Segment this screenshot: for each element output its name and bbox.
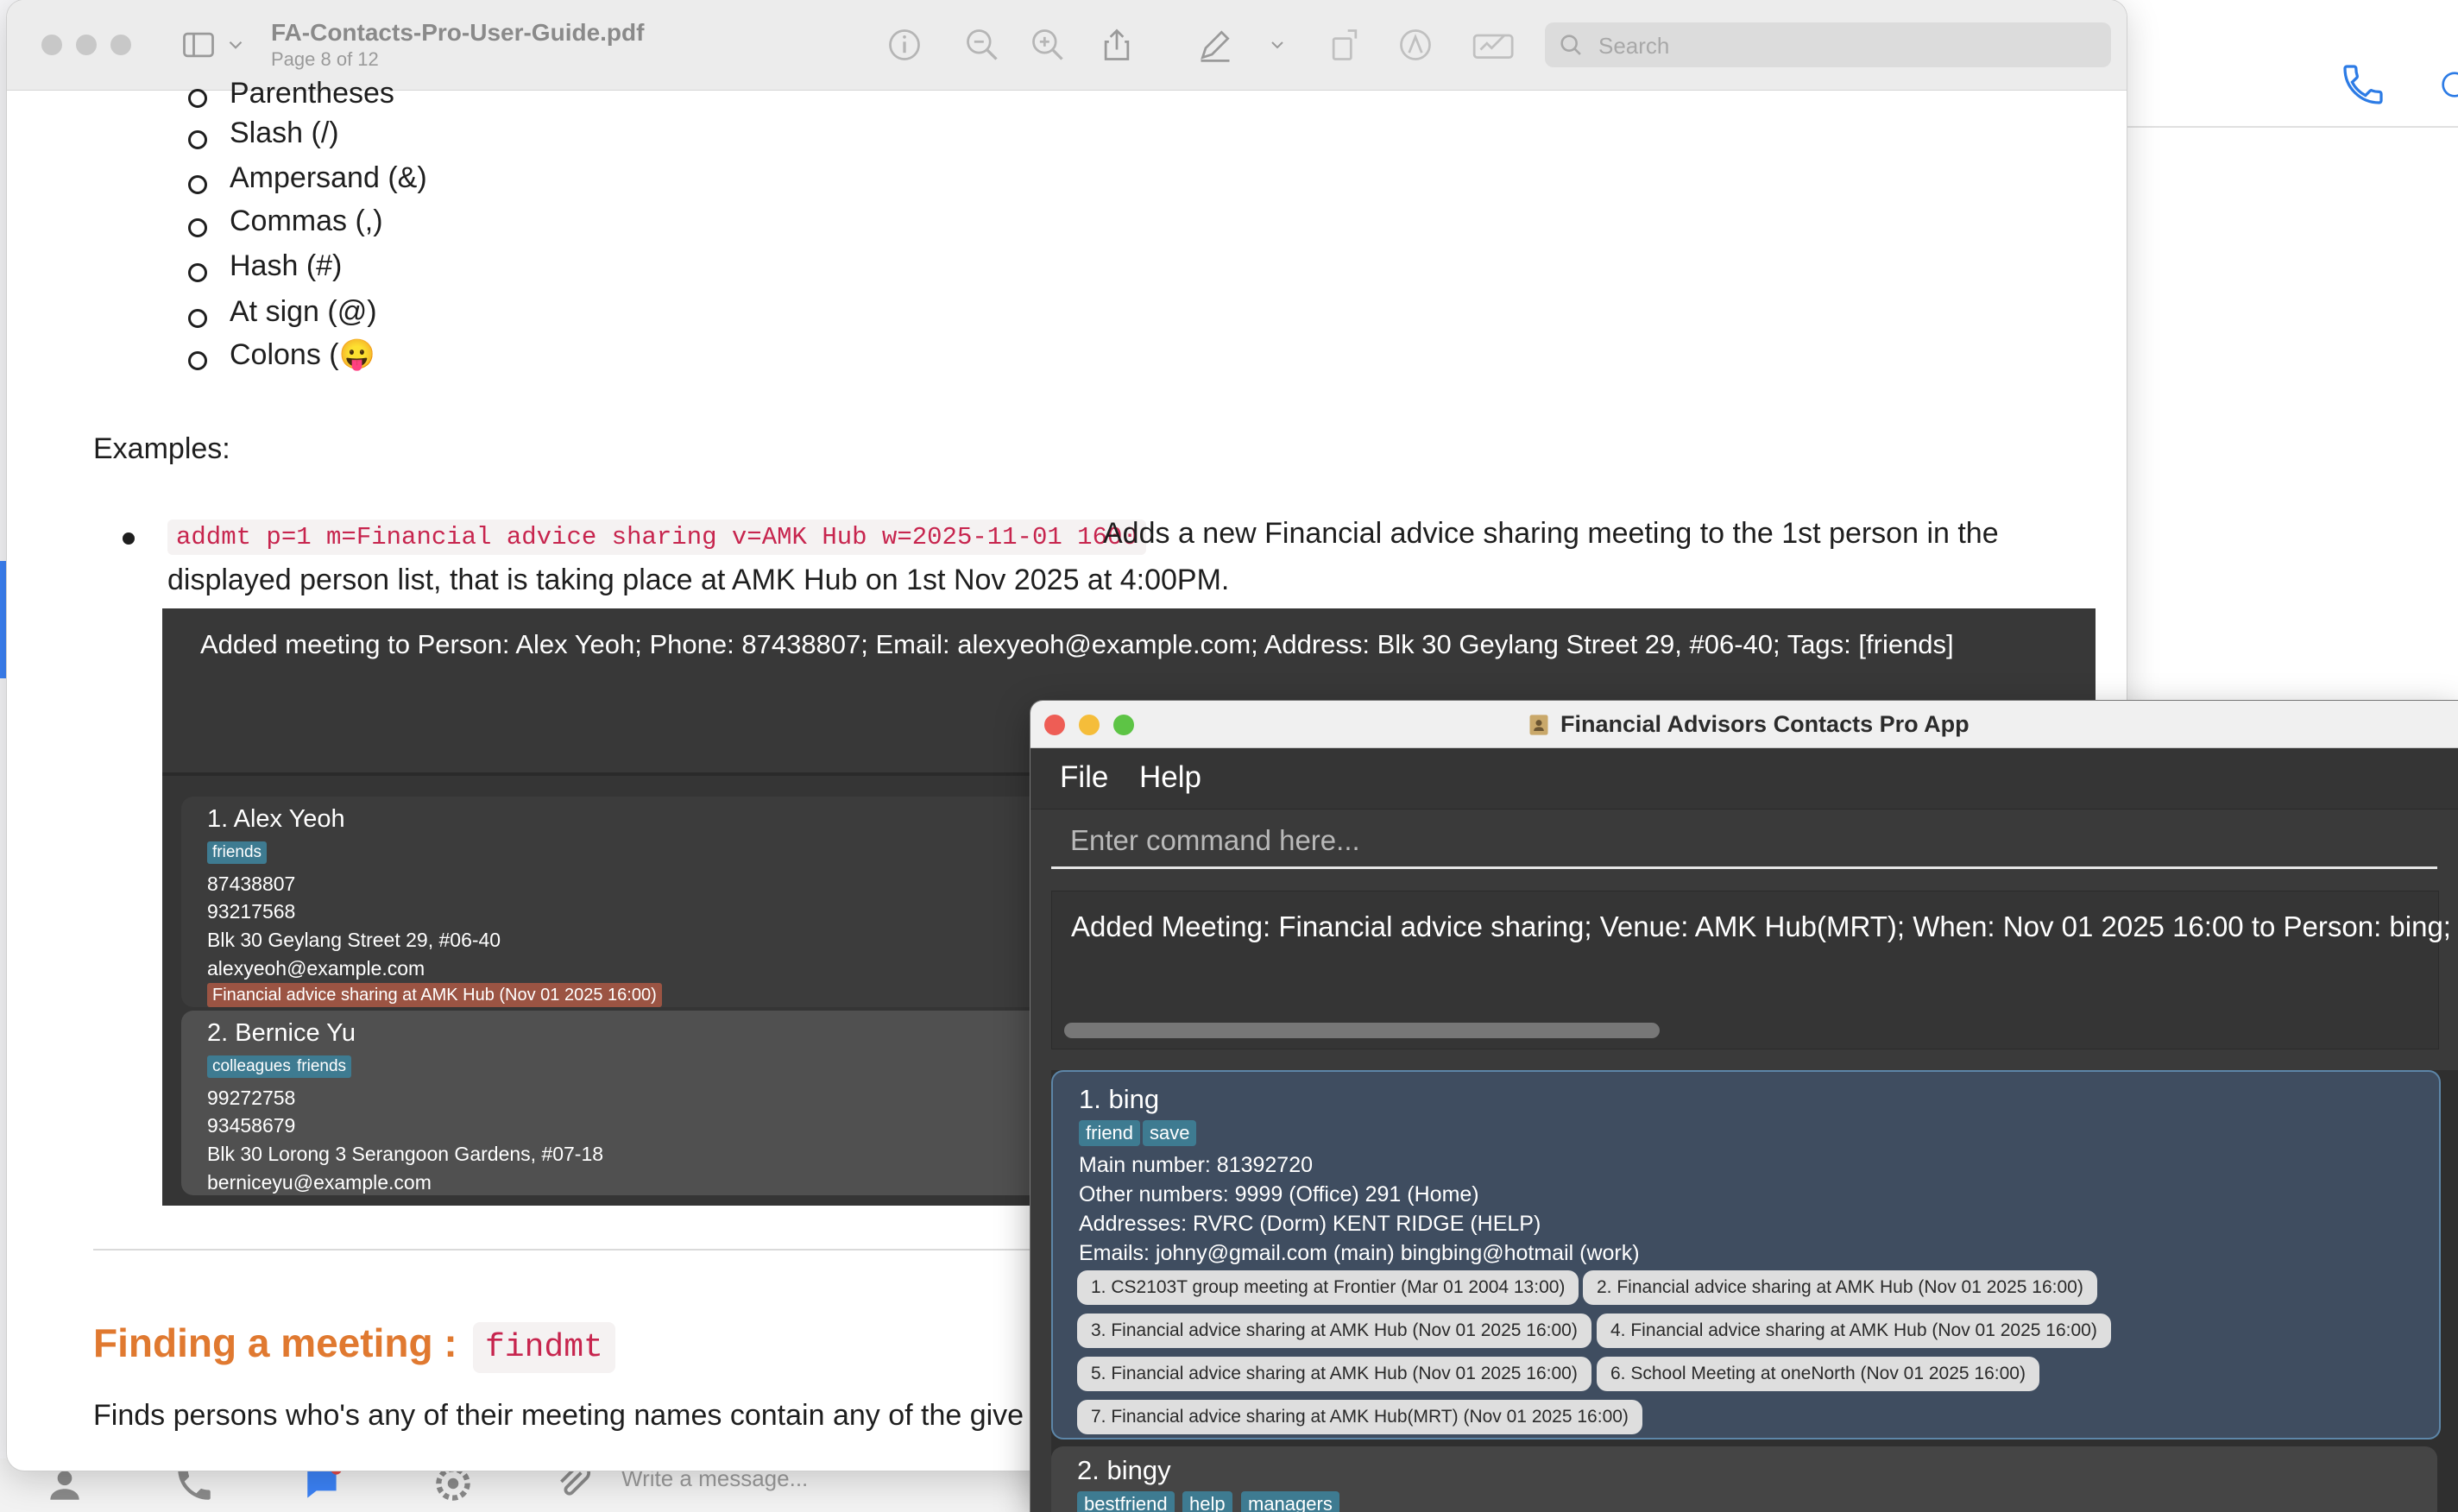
app-titlebar: Financial Advisors Contacts Pro App <box>1030 701 2458 748</box>
person-address: Blk 30 Lorong 3 Serangoon Gardens, #07-1… <box>207 1143 604 1165</box>
list-bullet <box>188 89 207 108</box>
embedded-person-card: 1. Alex Yeoh friends 87438807 93217568 B… <box>181 797 1165 1007</box>
meeting-chip: 2. Financial advice sharing at AMK Hub (… <box>1583 1270 2097 1305</box>
person-emails: Emails: johny@gmail.com (main) bingbing@… <box>1079 1241 1640 1265</box>
list-bullet <box>188 130 207 149</box>
person-main-number: Main number: 81392720 <box>1079 1153 1314 1177</box>
list-bullet <box>188 175 207 194</box>
sidebar-accent <box>0 561 7 678</box>
person-name: 2. Bernice Yu <box>207 1019 356 1047</box>
meeting-chip: 4. Financial advice sharing at AMK Hub (… <box>1597 1314 2111 1348</box>
symbol-item: Ampersand (&) <box>230 161 427 194</box>
meeting-chip: 7. Financial advice sharing at AMK Hub(M… <box>1077 1400 1642 1434</box>
list-bullet <box>188 309 207 328</box>
person-name: 2. bingy <box>1077 1455 1171 1485</box>
person-phone: 93217568 <box>207 900 296 923</box>
person-tag: friends <box>207 841 268 864</box>
person-name: 1. bing <box>1079 1084 1160 1114</box>
person-tag: colleagues <box>207 1055 296 1078</box>
info-icon[interactable] <box>886 26 923 64</box>
search-input[interactable] <box>1597 22 2101 69</box>
person-tag: managers <box>1241 1491 1339 1512</box>
menu-file[interactable]: File <box>1060 760 1108 795</box>
meeting-chip: 5. Financial advice sharing at AMK Hub (… <box>1077 1357 1591 1391</box>
person-card[interactable]: 2. bingy bestfriend help managers <box>1051 1446 2437 1512</box>
fa-contacts-app-window: Financial Advisors Contacts Pro App File… <box>1030 701 2458 1512</box>
person-phone: 87438807 <box>207 873 296 895</box>
highlight-annotate-icon[interactable] <box>1396 26 1434 64</box>
document-title: FA-Contacts-Pro-User-Guide.pdf <box>271 19 645 46</box>
example-description: Adds a new Financial advice sharing meet… <box>1103 517 1999 550</box>
symbol-item: Colons (😛 <box>230 338 375 371</box>
person-other-numbers: Other numbers: 9999 (Office) 291 (Home) <box>1079 1182 1479 1206</box>
meeting-chip: 3. Financial advice sharing at AMK Hub (… <box>1077 1314 1591 1348</box>
person-list: 1. bing friend save Main number: 8139272… <box>1051 1070 2458 1512</box>
panel-divider <box>2106 126 2458 128</box>
section-description: Finds persons who's any of their meeting… <box>93 1399 1024 1432</box>
share-icon[interactable] <box>1098 26 1136 64</box>
embedded-result-text: Added meeting to Person: Alex Yeoh; Phon… <box>200 629 1954 659</box>
app-menubar: File Help <box>1030 748 2458 810</box>
person-address: Blk 30 Geylang Street 29, #06-40 <box>207 929 501 951</box>
result-display: Added Meeting: Financial advice sharing;… <box>1051 891 2458 1049</box>
zoom-out-icon[interactable] <box>963 26 1001 64</box>
chevron-down-icon[interactable] <box>224 26 247 64</box>
command-box[interactable] <box>1051 815 2437 869</box>
result-text: Added Meeting: Financial advice sharing;… <box>1071 910 2458 942</box>
window-zoom-button[interactable] <box>110 35 131 55</box>
search-icon <box>1560 35 1581 55</box>
embedded-person-card: 2. Bernice Yu colleagues friends 9927275… <box>181 1011 1165 1195</box>
person-addresses: Addresses: RVRC (Dorm) KENT RIDGE (HELP) <box>1079 1212 1541 1236</box>
person-phone: 93458679 <box>207 1114 296 1137</box>
symbol-item: Parentheses <box>230 77 394 110</box>
meeting-chip: 1. CS2103T group meeting at Frontier (Ma… <box>1077 1270 1579 1305</box>
list-bullet <box>188 218 207 237</box>
command-input[interactable] <box>1068 815 2418 866</box>
page-indicator: Page 8 of 12 <box>271 48 379 70</box>
person-phone: 99272758 <box>207 1087 296 1109</box>
person-meeting-tag: Financial advice sharing at AMK Hub (Nov… <box>207 983 662 1007</box>
markup-pen-icon[interactable] <box>1196 26 1234 64</box>
person-tag: bestfriend <box>1077 1491 1175 1512</box>
phone-call-icon[interactable] <box>2339 60 2387 109</box>
sidebar-toggle-icon[interactable] <box>180 26 217 64</box>
example-description-continued: displayed person list, that is taking pl… <box>167 564 1230 596</box>
meeting-chip: 6. School Meeting at oneNorth (Nov 01 20… <box>1597 1357 2039 1391</box>
window-close-button[interactable] <box>1044 715 1065 735</box>
symbol-item: At sign (@) <box>230 295 377 328</box>
result-horizontal-scrollbar[interactable] <box>1064 1023 1660 1038</box>
list-bullet <box>123 532 135 545</box>
person-tag: friend <box>1079 1120 1141 1146</box>
app-title: Financial Advisors Contacts Pro App <box>1560 711 1970 737</box>
person-email: berniceyu@example.com <box>207 1171 432 1194</box>
window-zoom-button[interactable] <box>1113 715 1134 735</box>
person-name: 1. Alex Yeoh <box>207 805 345 833</box>
rotate-icon[interactable] <box>1326 26 1364 64</box>
person-email: alexyeoh@example.com <box>207 957 425 980</box>
video-call-icon[interactable] <box>2437 60 2458 109</box>
list-bullet <box>188 351 207 370</box>
section-heading: Finding a meeting : <box>93 1320 457 1365</box>
examples-heading: Examples: <box>93 432 230 465</box>
symbol-item: Commas (,) <box>230 205 383 237</box>
list-bullet <box>188 263 207 282</box>
example-command-code: addmt p=1 m=Financial advice sharing v=A… <box>167 520 1146 555</box>
window-minimize-button[interactable] <box>76 35 97 55</box>
person-tag: help <box>1182 1491 1232 1512</box>
app-address-book-icon <box>1529 715 1548 735</box>
form-fill-icon[interactable] <box>1471 26 1519 64</box>
person-tag: save <box>1143 1120 1197 1146</box>
section-command-code: findmt <box>473 1322 615 1373</box>
zoom-in-icon[interactable] <box>1029 26 1067 64</box>
menu-help[interactable]: Help <box>1139 760 1201 795</box>
symbol-item: Slash (/) <box>230 117 339 149</box>
person-card-selected[interactable]: 1. bing friend save Main number: 8139272… <box>1051 1070 2441 1440</box>
person-tag: friends <box>292 1055 352 1078</box>
symbol-item: Hash (#) <box>230 249 343 282</box>
search-field[interactable] <box>1545 22 2111 69</box>
markup-menu-chevron-icon[interactable] <box>1267 26 1288 64</box>
window-minimize-button[interactable] <box>1079 715 1100 735</box>
window-close-button[interactable] <box>41 35 62 55</box>
